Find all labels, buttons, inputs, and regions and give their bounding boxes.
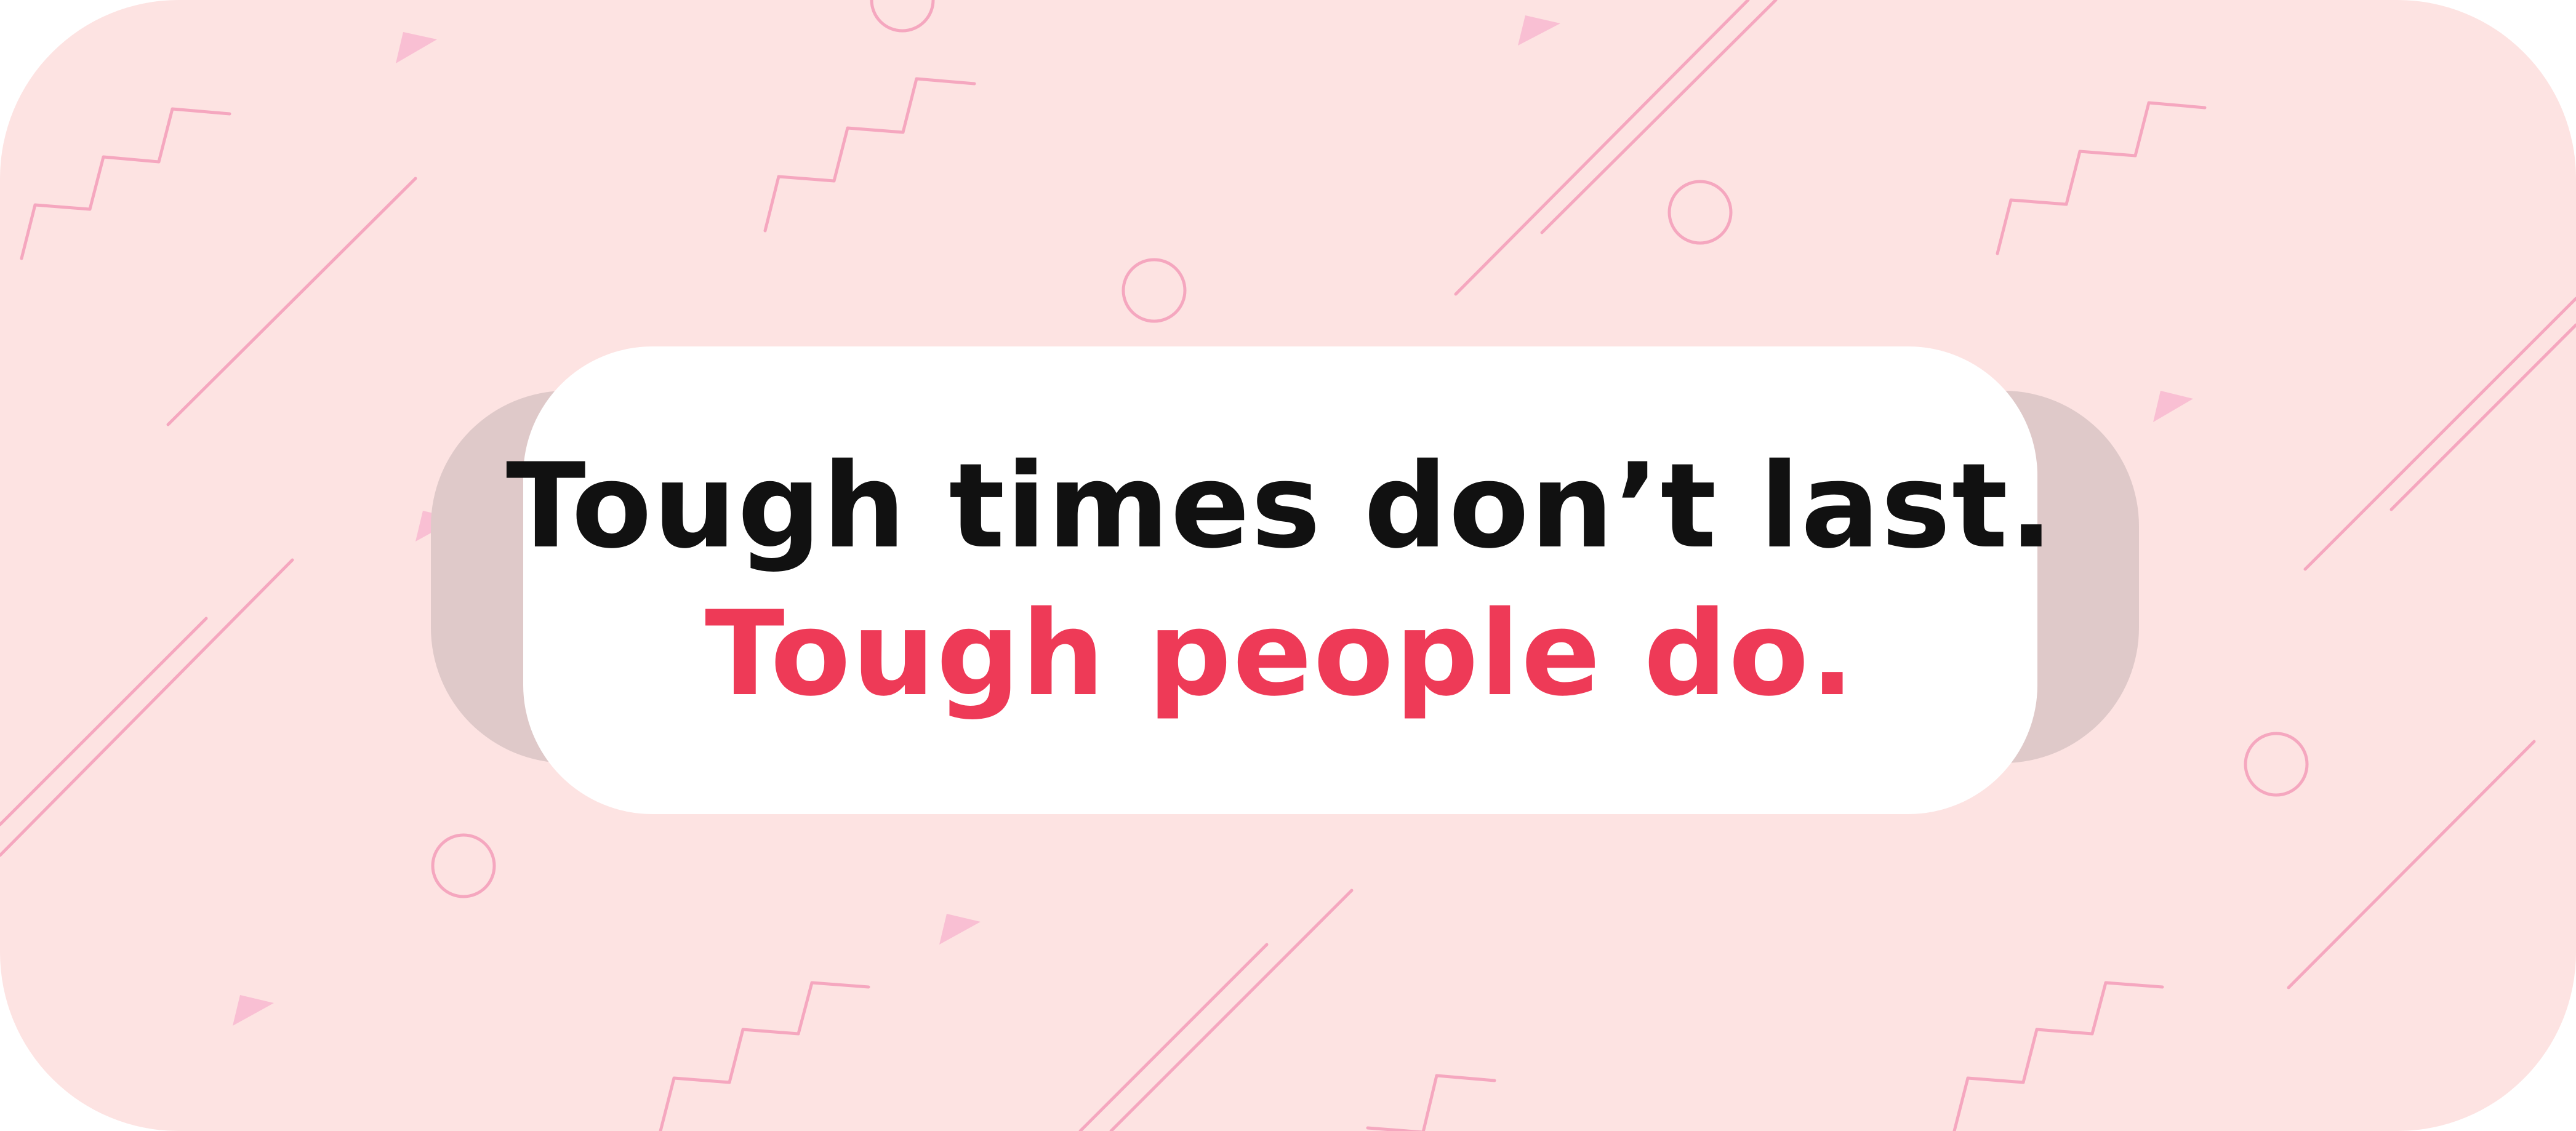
quote-card: Tough times don’t last. Tough people do. (506, 346, 2053, 814)
quote-banner: Tough times don’t last. Tough people do. (0, 0, 2576, 1131)
quote-line-2: Tough people do. (705, 586, 1856, 722)
quote-line-1: Tough times don’t last. (506, 438, 2055, 574)
page: Tough times don’t last. Tough people do. (0, 0, 2576, 1131)
